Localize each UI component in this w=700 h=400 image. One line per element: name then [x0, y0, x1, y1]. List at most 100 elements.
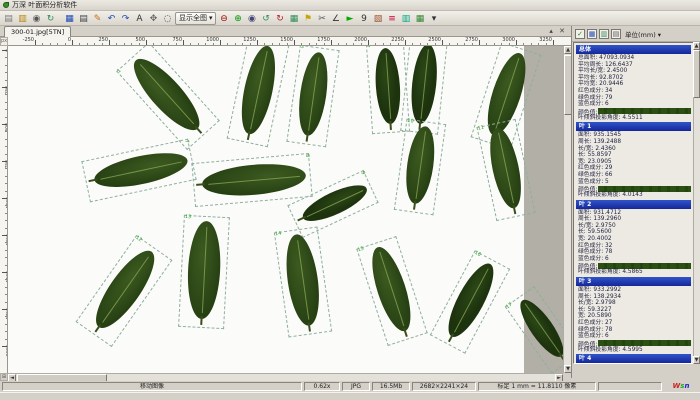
- print-icon[interactable]: ▤: [77, 12, 90, 25]
- results-scroll-down-icon[interactable]: ▼: [693, 356, 700, 364]
- ruler-tick: [398, 43, 399, 45]
- layers-icon[interactable]: ▥: [399, 12, 412, 25]
- section-header[interactable]: 叶 3: [576, 277, 691, 286]
- text-tool-icon[interactable]: A: [133, 12, 146, 25]
- ruler-tick: [5, 265, 7, 266]
- ruler-label: 1000: [189, 37, 219, 43]
- menu-icon[interactable]: ≡: [385, 12, 398, 25]
- levels-icon[interactable]: 9: [357, 12, 370, 25]
- palette-icon[interactable]: ▧: [371, 12, 384, 25]
- results-scrollbar[interactable]: ▲ ▼: [693, 42, 700, 364]
- leaf[interactable]: 17: [505, 286, 563, 373]
- ruler-tick: [264, 43, 265, 45]
- rotate-left-icon[interactable]: ↺: [259, 12, 272, 25]
- stat-row: 平均宽: 20.9446: [576, 81, 691, 88]
- leaf[interactable]: 1: [116, 46, 220, 150]
- vertical-ruler: 025050075010001250150017502000: [0, 46, 8, 373]
- table-icon[interactable]: ▦: [587, 29, 597, 39]
- leaf-midrib: [421, 49, 429, 119]
- ruler-label: 3250: [522, 37, 552, 43]
- undo-icon[interactable]: ↶: [105, 12, 118, 25]
- ruler-label: 0: [41, 37, 71, 43]
- rotate-right-icon[interactable]: ↻: [273, 12, 286, 25]
- save-icon[interactable]: ▦: [63, 12, 76, 25]
- camera-icon[interactable]: ◉: [30, 12, 43, 25]
- leaf-number-label: 8: [304, 154, 310, 158]
- ruler-tick: [205, 43, 206, 45]
- more-dropdown-icon[interactable]: ▾: [427, 12, 440, 25]
- angle-measure-icon[interactable]: ∠: [329, 12, 342, 25]
- leaf-image[interactable]: 1234567891011121314151617: [8, 46, 524, 373]
- table-export-icon[interactable]: ▥: [599, 29, 609, 39]
- ruler-tick: [309, 43, 310, 45]
- ruler-tick: [5, 117, 7, 118]
- stat-row: 周长: 139.2488: [576, 139, 691, 146]
- open-file-icon[interactable]: ▥: [16, 12, 29, 25]
- status-segment: 移动图像: [2, 382, 302, 391]
- leaf-number-label: 11: [477, 125, 484, 132]
- color-value-row: 颜色值:: [576, 108, 691, 115]
- ruler-tick: [50, 43, 51, 45]
- leaf[interactable]: 16: [430, 250, 510, 354]
- run-analysis-icon[interactable]: ►: [343, 12, 356, 25]
- leaf[interactable]: 13: [178, 215, 230, 329]
- ruler-tick: [235, 43, 236, 45]
- flag-icon[interactable]: ⚑: [301, 12, 314, 25]
- ruler-label: 250: [78, 37, 108, 43]
- leaf[interactable]: 10: [394, 119, 446, 216]
- ruler-tick: [5, 257, 7, 258]
- edit-icon[interactable]: ✎: [91, 12, 104, 25]
- stat-row: 红色成分: 27: [576, 320, 691, 327]
- ruler-tick: [5, 316, 7, 317]
- results-scroll-thumb[interactable]: [693, 50, 700, 98]
- leaf-number-label: 14: [275, 231, 282, 238]
- canvas-vertical-scrollbar[interactable]: ▲ ▼: [563, 46, 571, 373]
- new-file-icon[interactable]: ▤: [2, 12, 15, 25]
- section-header[interactable]: 叶 4: [576, 354, 691, 363]
- unit-selector[interactable]: 单位(mm) ▾: [625, 29, 661, 39]
- leaf-midrib: [308, 57, 319, 130]
- zoom-tool-icon[interactable]: ◌: [161, 12, 174, 25]
- tab-scroll-controls[interactable]: ▴ ✕: [549, 27, 567, 35]
- redo-icon[interactable]: ↷: [119, 12, 132, 25]
- status-filler: [598, 382, 662, 391]
- results-list[interactable]: 总体总面积: 47093.0934平均周长: 126.6437平均长/宽: 2.…: [573, 42, 694, 364]
- results-scroll-up-icon[interactable]: ▲: [693, 42, 700, 50]
- ruler-tick: [457, 43, 458, 45]
- acquire-icon[interactable]: ↻: [44, 12, 57, 25]
- leaf[interactable]: 7: [81, 138, 196, 202]
- ruler-tick: [183, 40, 184, 45]
- image-canvas[interactable]: 1234567891011121314151617: [8, 46, 563, 373]
- print-results-icon[interactable]: ▤: [611, 29, 621, 39]
- select-check-icon[interactable]: ✓: [575, 29, 585, 39]
- section-header[interactable]: 叶 1: [576, 122, 691, 131]
- view-all-button[interactable]: 显示全图 ▾: [175, 12, 216, 25]
- grid-icon[interactable]: ▦: [287, 12, 300, 25]
- section-header[interactable]: 叶 2: [576, 200, 691, 209]
- leaf[interactable]: 8: [191, 153, 312, 207]
- leaf[interactable]: 11: [476, 119, 535, 221]
- ruler-tick: [5, 339, 7, 340]
- pan-hand-icon[interactable]: ✥: [147, 12, 160, 25]
- leaf[interactable]: 12: [76, 235, 173, 347]
- leaf[interactable]: 3: [286, 46, 339, 147]
- eye-icon[interactable]: ◉: [245, 12, 258, 25]
- chart-icon[interactable]: ▦: [413, 12, 426, 25]
- canvas-horizontal-scrollbar[interactable]: ◄ ►: [8, 373, 563, 381]
- leaf[interactable]: 14: [274, 226, 332, 337]
- section-header[interactable]: 总体: [576, 45, 691, 54]
- ruler-tick: [168, 43, 169, 45]
- zoom-in-icon[interactable]: ⊕: [231, 12, 244, 25]
- zoom-out-icon[interactable]: ⊖: [217, 12, 230, 25]
- leaf[interactable]: 2: [227, 46, 290, 147]
- tab-image-file[interactable]: 300-01.jpg[5TN]: [4, 26, 71, 37]
- angle-row: 叶倾斜投影角度: 4.0143: [576, 192, 691, 199]
- angle-row: 叶倾斜投影角度: 4.5511: [576, 115, 691, 122]
- ruler-tick: [5, 279, 7, 280]
- cut-icon[interactable]: ✂: [315, 12, 328, 25]
- ruler-tick: [227, 43, 228, 45]
- leaf-midrib: [297, 240, 309, 320]
- window-bottom-edge: [0, 392, 700, 400]
- leaf[interactable]: 15: [356, 236, 427, 346]
- app-logo-icon: [3, 2, 9, 8]
